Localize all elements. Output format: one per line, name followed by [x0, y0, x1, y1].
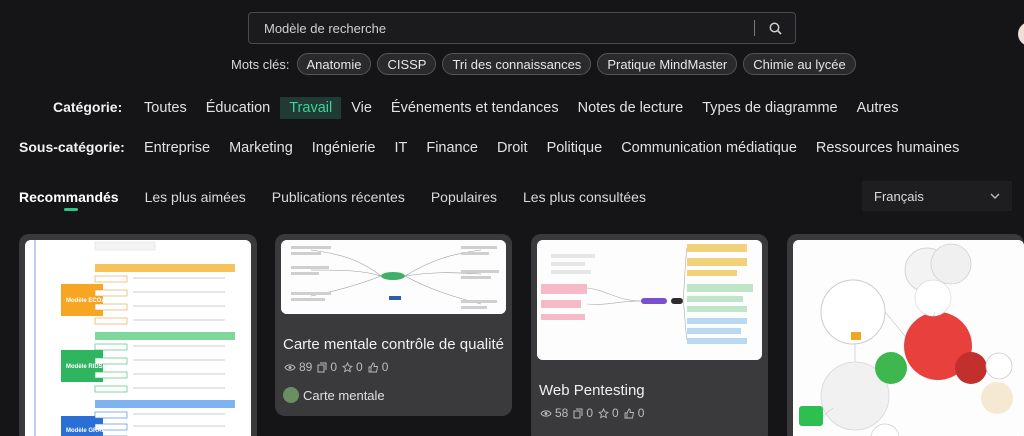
subcategory-label: Sous-catégorie:	[19, 139, 125, 155]
eye-icon	[540, 409, 552, 417]
language-selected: Français	[874, 188, 924, 204]
copy-icon	[317, 362, 327, 372]
card-title: Web Pentesting	[539, 382, 645, 399]
copies-count: 0	[330, 360, 338, 374]
search-bar	[248, 12, 796, 44]
likes-count: 0	[637, 406, 645, 420]
subcategory-marketing[interactable]: Marketing	[229, 137, 293, 159]
author-name: Carte mentale	[303, 387, 385, 403]
card-author[interactable]: Carte mentale	[283, 387, 385, 403]
tab-plus-aimees[interactable]: Les plus aimées	[145, 189, 246, 205]
keyword-chip[interactable]: Chimie au lycée	[743, 53, 856, 75]
template-card[interactable]	[787, 234, 1024, 436]
stars-count: 0	[612, 406, 619, 420]
subcategory-filters: Entreprise Marketing Ingénierie IT Finan…	[144, 137, 978, 159]
category-autres[interactable]: Autres	[857, 97, 899, 119]
star-icon	[598, 407, 610, 418]
template-card[interactable]: Web Pentesting 58 0 0 0	[531, 234, 768, 436]
eye-icon	[284, 363, 296, 371]
thumb-label: Modèle RIDS	[66, 364, 103, 370]
card-stats: 58 0 0 0	[540, 406, 649, 420]
tab-plus-consultees[interactable]: Les plus consultées	[523, 189, 646, 205]
subcategory-it[interactable]: IT	[394, 137, 407, 159]
subcategory-communication[interactable]: Communication médiatique	[621, 137, 797, 159]
template-card[interactable]: Modèle ECOA Modèle RIDS Modèle GRAI	[19, 234, 257, 436]
copies-count: 0	[586, 406, 594, 420]
category-notes-de-lecture[interactable]: Notes de lecture	[578, 97, 684, 119]
copy-icon	[573, 408, 583, 418]
subcategory-politique[interactable]: Politique	[547, 137, 603, 159]
keywords-label: Mots clés:	[231, 56, 290, 72]
card-thumbnail	[281, 240, 506, 314]
thumbs-up-icon	[368, 362, 378, 372]
subcategory-finance[interactable]: Finance	[426, 137, 478, 159]
search-icon[interactable]	[763, 16, 787, 40]
tab-populaires[interactable]: Populaires	[431, 189, 497, 205]
subcategory-ingenierie[interactable]: Ingénierie	[312, 137, 376, 159]
card-thumbnail	[793, 240, 1024, 436]
category-toutes[interactable]: Toutes	[144, 97, 187, 119]
card-thumbnail: Modèle ECOA Modèle RIDS Modèle GRAI	[25, 240, 251, 436]
sort-tabs: Recommandés Les plus aimées Publications…	[19, 186, 672, 208]
category-travail[interactable]: Travail	[280, 97, 342, 119]
tab-publications-recentes[interactable]: Publications récentes	[272, 189, 405, 205]
tab-recommandes[interactable]: Recommandés	[19, 189, 119, 205]
search-input[interactable]	[249, 13, 754, 43]
star-icon	[342, 361, 354, 372]
likes-count: 0	[381, 360, 389, 374]
category-types-de-diagramme[interactable]: Types de diagramme	[702, 97, 837, 119]
keyword-chip[interactable]: CISSP	[377, 53, 437, 75]
thumb-label: Modèle GRAI	[66, 428, 104, 434]
search-divider	[754, 20, 755, 36]
thumbs-up-icon	[624, 408, 634, 418]
category-filters: Toutes Éducation Travail Vie Événements …	[144, 97, 918, 119]
subcategory-entreprise[interactable]: Entreprise	[144, 137, 210, 159]
card-stats: 89 0 0 0	[284, 360, 393, 374]
stars-count: 0	[356, 360, 363, 374]
views-count: 58	[555, 406, 569, 420]
author-avatar	[283, 387, 299, 403]
card-thumbnail	[537, 240, 762, 360]
keywords-row: Mots clés: Anatomie CISSP Tri des connai…	[231, 53, 862, 75]
active-tab-indicator	[64, 208, 78, 211]
user-avatar[interactable]	[1018, 22, 1024, 46]
language-select[interactable]: Français	[862, 181, 1012, 211]
subcategory-droit[interactable]: Droit	[497, 137, 528, 159]
card-title: Carte mentale contrôle de qualité	[283, 336, 504, 353]
keyword-chip[interactable]: Pratique MindMaster	[597, 53, 738, 75]
category-education[interactable]: Éducation	[206, 97, 271, 119]
category-label: Catégorie:	[53, 99, 123, 115]
keyword-chip[interactable]: Tri des connaissances	[442, 53, 592, 75]
category-vie[interactable]: Vie	[351, 97, 372, 119]
views-count: 89	[299, 360, 313, 374]
subcategory-ressources-humaines[interactable]: Ressources humaines	[816, 137, 959, 159]
chevron-down-icon	[990, 193, 1000, 199]
template-card[interactable]: Carte mentale contrôle de qualité 89 0 0…	[275, 234, 512, 416]
thumb-label: Modèle ECOA	[66, 298, 106, 304]
category-evenements[interactable]: Événements et tendances	[391, 97, 559, 119]
keyword-chip[interactable]: Anatomie	[296, 53, 372, 75]
